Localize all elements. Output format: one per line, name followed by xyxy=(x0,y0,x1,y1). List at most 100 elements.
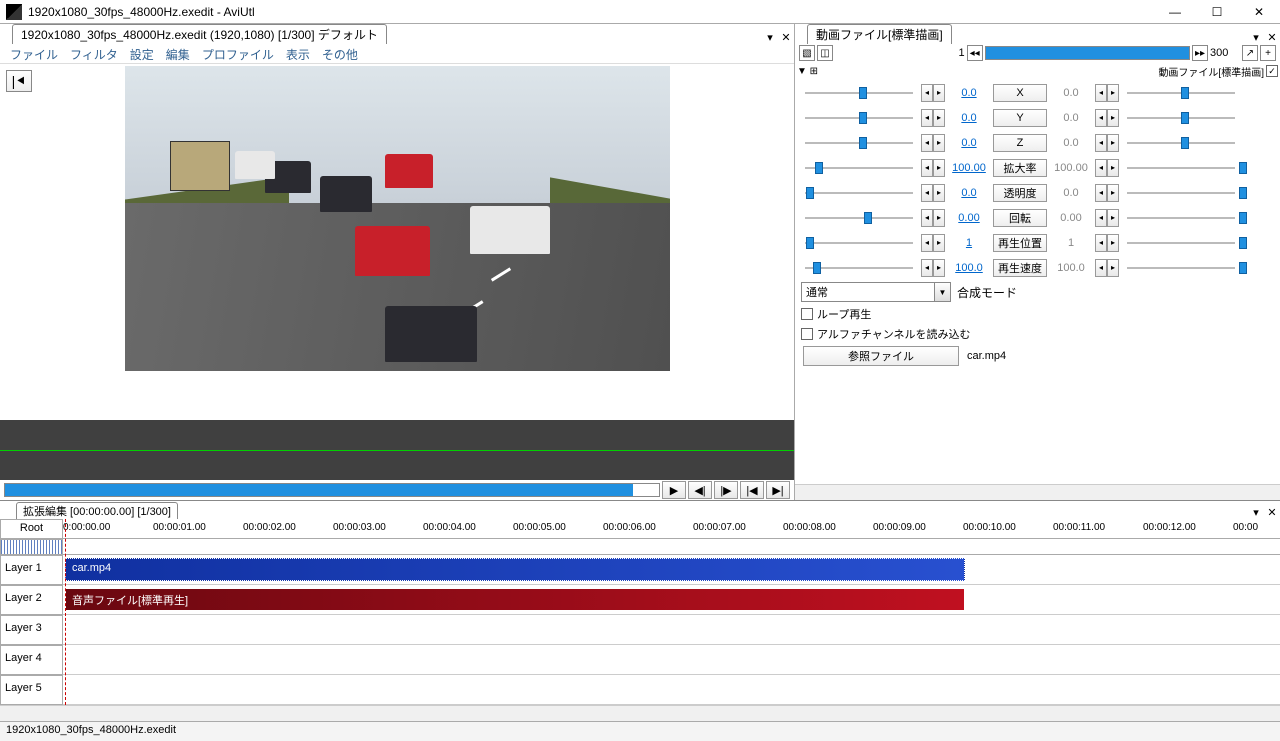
spin-right-inc[interactable]: ▸ xyxy=(1107,134,1119,152)
menu-other[interactable]: その他 xyxy=(318,46,362,61)
spin-right-inc[interactable]: ▸ xyxy=(1107,159,1119,177)
preview-tab[interactable]: 1920x1080_30fps_48000Hz.exedit (1920,108… xyxy=(12,24,387,44)
value-left[interactable]: 0.0 xyxy=(949,112,989,124)
alpha-checkbox[interactable] xyxy=(801,328,813,340)
timeline-playhead[interactable] xyxy=(65,519,66,705)
tab-close-icon[interactable]: ✕ xyxy=(779,30,793,44)
layer-header-2[interactable]: Layer 2 xyxy=(0,585,63,615)
menu-view[interactable]: 表示 xyxy=(282,46,314,61)
slider-right[interactable] xyxy=(1123,185,1239,201)
value-left[interactable]: 1 xyxy=(949,237,989,249)
tl-tab-dropdown-icon[interactable]: ▾ xyxy=(1249,505,1263,519)
slider-left[interactable] xyxy=(801,110,917,126)
menu-filter[interactable]: フィルタ xyxy=(66,46,122,61)
minimize-button[interactable]: — xyxy=(1154,1,1196,23)
spin-right-dec[interactable]: ◂ xyxy=(1095,84,1107,102)
frame-start-prev-button[interactable]: ◂◂ xyxy=(967,45,983,61)
param-label-button[interactable]: Z xyxy=(993,134,1047,152)
track-row-3[interactable] xyxy=(63,615,1280,645)
slider-left[interactable] xyxy=(801,160,917,176)
layer-header-4[interactable]: Layer 4 xyxy=(0,645,63,675)
prop-tab-close-icon[interactable]: ✕ xyxy=(1265,30,1279,44)
param-label-button[interactable]: 拡大率 xyxy=(993,159,1047,177)
play-button[interactable]: ▶ xyxy=(662,481,686,499)
slider-left[interactable] xyxy=(801,260,917,276)
spin-right-inc[interactable]: ▸ xyxy=(1107,109,1119,127)
spin-left-inc[interactable]: ▸ xyxy=(933,209,945,227)
go-end-button[interactable]: ▶| xyxy=(766,481,790,499)
slider-left[interactable] xyxy=(801,185,917,201)
spin-left-dec[interactable]: ◂ xyxy=(921,259,933,277)
layer-header-3[interactable]: Layer 3 xyxy=(0,615,63,645)
timeline-ruler[interactable]: 0:00:00.0000:00:01.0000:00:02.0000:00:03… xyxy=(63,519,1280,539)
spin-right-inc[interactable]: ▸ xyxy=(1107,84,1119,102)
prop-tool-3-icon[interactable]: ↗ xyxy=(1242,45,1258,61)
seekbar[interactable] xyxy=(4,483,660,497)
spin-right-dec[interactable]: ◂ xyxy=(1095,234,1107,252)
menu-file[interactable]: ファイル xyxy=(6,46,62,61)
spin-right-dec[interactable]: ◂ xyxy=(1095,109,1107,127)
slider-right[interactable] xyxy=(1123,235,1239,251)
loop-checkbox[interactable] xyxy=(801,308,813,320)
audio-clip[interactable]: 音声ファイル[標準再生] xyxy=(65,588,965,611)
menu-profile[interactable]: プロファイル xyxy=(198,46,278,61)
slider-right[interactable] xyxy=(1123,260,1239,276)
param-label-button[interactable]: 回転 xyxy=(993,209,1047,227)
chevron-down-icon[interactable]: ▼ xyxy=(934,283,950,301)
reference-file-button[interactable]: 参照ファイル xyxy=(803,346,959,366)
track-row-1[interactable]: car.mp4 xyxy=(63,555,1280,585)
slider-right[interactable] xyxy=(1123,110,1239,126)
spin-left-dec[interactable]: ◂ xyxy=(921,184,933,202)
value-left[interactable]: 0.0 xyxy=(949,137,989,149)
param-label-button[interactable]: 再生速度 xyxy=(993,259,1047,277)
spin-right-dec[interactable]: ◂ xyxy=(1095,134,1107,152)
spin-left-dec[interactable]: ◂ xyxy=(921,209,933,227)
slider-right[interactable] xyxy=(1123,135,1239,151)
slider-right[interactable] xyxy=(1123,210,1239,226)
tab-dropdown-icon[interactable]: ▾ xyxy=(763,30,777,44)
prop-tab[interactable]: 動画ファイル[標準描画] xyxy=(807,24,952,44)
prop-tab-dropdown-icon[interactable]: ▾ xyxy=(1249,30,1263,44)
spin-right-inc[interactable]: ▸ xyxy=(1107,259,1119,277)
spin-right-dec[interactable]: ◂ xyxy=(1095,184,1107,202)
prop-tool-2-icon[interactable]: ◫ xyxy=(817,45,833,61)
prop-tool-add-button[interactable]: + xyxy=(1260,45,1276,61)
slider-left[interactable] xyxy=(801,85,917,101)
spin-right-dec[interactable]: ◂ xyxy=(1095,259,1107,277)
spin-left-dec[interactable]: ◂ xyxy=(921,84,933,102)
spin-right-inc[interactable]: ▸ xyxy=(1107,184,1119,202)
spin-left-inc[interactable]: ▸ xyxy=(933,84,945,102)
prop-scroll-horizontal[interactable] xyxy=(795,484,1280,500)
spin-right-dec[interactable]: ◂ xyxy=(1095,209,1107,227)
spin-left-dec[interactable]: ◂ xyxy=(921,109,933,127)
spin-left-dec[interactable]: ◂ xyxy=(921,234,933,252)
frame-track[interactable] xyxy=(985,46,1190,60)
slider-right[interactable] xyxy=(1123,85,1239,101)
step-back-button[interactable]: ◀| xyxy=(688,481,712,499)
track-row-2[interactable]: 音声ファイル[標準再生] xyxy=(63,585,1280,615)
spin-left-inc[interactable]: ▸ xyxy=(933,234,945,252)
value-left[interactable]: 100.0 xyxy=(949,262,989,274)
spin-right-inc[interactable]: ▸ xyxy=(1107,234,1119,252)
timeline-root[interactable]: Root xyxy=(0,519,63,539)
menu-settings[interactable]: 設定 xyxy=(126,46,158,61)
value-left[interactable]: 0.0 xyxy=(949,187,989,199)
spin-left-inc[interactable]: ▸ xyxy=(933,259,945,277)
layer-header-5[interactable]: Layer 5 xyxy=(0,675,63,705)
spin-right-dec[interactable]: ◂ xyxy=(1095,159,1107,177)
param-label-button[interactable]: X xyxy=(993,84,1047,102)
go-to-start-button[interactable]: |⯇ xyxy=(6,70,32,92)
spin-left-dec[interactable]: ◂ xyxy=(921,134,933,152)
slider-left[interactable] xyxy=(801,210,917,226)
prop-tool-1-icon[interactable]: ▧ xyxy=(799,45,815,61)
collapse-icon[interactable]: ▼ ⊞ xyxy=(797,66,818,77)
spin-right-inc[interactable]: ▸ xyxy=(1107,209,1119,227)
spin-left-inc[interactable]: ▸ xyxy=(933,184,945,202)
track-row-5[interactable] xyxy=(63,675,1280,705)
slider-right[interactable] xyxy=(1123,160,1239,176)
timeline-tab[interactable]: 拡張編集 [00:00:00.00] [1/300] xyxy=(16,502,178,519)
value-left[interactable]: 100.00 xyxy=(949,162,989,174)
param-label-button[interactable]: Y xyxy=(993,109,1047,127)
layer-header-1[interactable]: Layer 1 xyxy=(0,555,63,585)
spin-left-dec[interactable]: ◂ xyxy=(921,159,933,177)
